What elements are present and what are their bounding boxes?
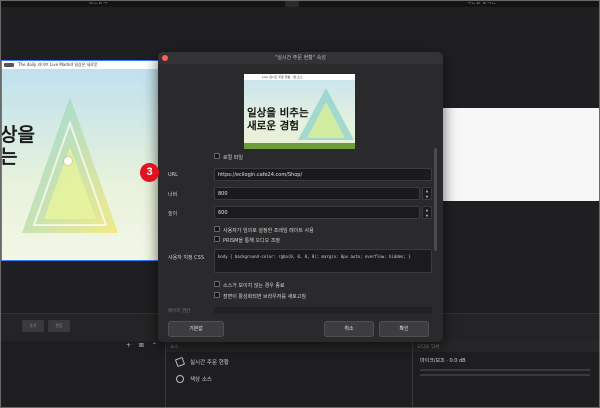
properties-dialog: "실시간 주문 현황" 속성 Live 실시간 주문 현황 · 웹 소스 일상을…	[158, 52, 443, 342]
site-header: The daily 라이브 Live Madrid 일상은 새로운	[2, 61, 160, 69]
site-logo	[4, 63, 14, 67]
cancel-button[interactable]: 취소	[324, 321, 374, 337]
thumb-header: Live 실시간 주문 현황 · 웹 소스	[244, 74, 355, 80]
width-label: 너비	[168, 192, 178, 198]
custom-frame-rate-checkbox[interactable]	[214, 226, 220, 232]
browser-source-icon	[174, 356, 186, 368]
mixer-header: 오디오 믹서	[413, 341, 599, 352]
height-label: 높이	[168, 211, 178, 217]
thumb-triangle-graphic	[307, 102, 345, 138]
ok-button[interactable]: 확인	[379, 321, 429, 337]
page-permissions-label: 페이지 권한	[168, 309, 191, 314]
site-title: The daily 라이브 Live Madrid 일상은 새로운	[18, 62, 98, 67]
dock-divider	[412, 341, 413, 407]
local-file-label: 로컬 파일	[223, 155, 243, 161]
step-number-badge: 3	[140, 163, 159, 182]
prism-audio-checkbox[interactable]	[214, 236, 220, 242]
source-preview-thumbnail: Live 실시간 주문 현황 · 웹 소스 일상을 비추는 새로운 경험	[244, 74, 355, 149]
gradient-triangle-graphic	[22, 97, 118, 233]
scene-preview-left: The daily 라이브 Live Madrid 일상은 새로운 상을 는	[1, 60, 161, 261]
source-item-browser[interactable]: 실시간 주문 현황	[174, 356, 229, 368]
refresh-on-activate-label: 장면이 활성화되면 브라우저를 새로고침	[223, 294, 306, 300]
custom-css-label: 사용자 지정 CSS	[168, 255, 205, 261]
play-icon[interactable]	[64, 157, 72, 165]
dialog-titlebar: "실시간 주문 현황" 속성	[158, 52, 443, 64]
thumb-headline-2: 새로운 경험	[247, 120, 299, 132]
page-permissions-select[interactable]	[214, 307, 432, 314]
shutdown-when-hidden-label: 소스가 보이지 않는 경우 종료	[223, 283, 285, 289]
url-input[interactable]: https://ecilogin.cafe24.com/Shop/	[214, 168, 432, 181]
source-item-color[interactable]: 색상 소스	[176, 375, 212, 383]
toolbar-edit-button[interactable]: 편집	[48, 320, 70, 332]
hero-headline: 상을 는	[1, 124, 35, 168]
toolbar-add-button[interactable]: 추가	[22, 320, 44, 332]
audio-meter	[420, 369, 590, 371]
custom-frame-rate-label: 사용자가 임의로 설정한 프레임 레이트 사용	[223, 228, 314, 234]
scene-controls-icons[interactable]: + ⊠ ⌃	[126, 342, 160, 349]
prism-audio-label: PRISM을 통해 오디오 조정	[223, 238, 281, 244]
url-label: URL	[168, 172, 178, 178]
scene-preview-right	[443, 108, 599, 201]
height-stepper[interactable]: ▲ ▼	[422, 206, 432, 219]
thumb-grass	[244, 143, 355, 149]
dock-divider	[165, 341, 166, 407]
height-input[interactable]: 600	[214, 206, 420, 219]
dialog-title: "실시간 주문 현황" 속성	[275, 55, 326, 61]
width-input[interactable]: 800	[214, 187, 420, 200]
audio-meter	[420, 374, 590, 376]
shutdown-when-hidden-checkbox[interactable]	[214, 281, 220, 287]
color-source-icon	[176, 375, 184, 383]
width-stepper[interactable]: ▲ ▼	[422, 187, 432, 200]
sources-header: 소스	[166, 341, 412, 352]
mixer-track-label: 마이크/보조 · 0.0 dB	[420, 358, 466, 364]
custom-css-textarea[interactable]: body { background-color: rgba(0, 0, 0, 0…	[214, 249, 432, 273]
refresh-on-activate-checkbox[interactable]	[214, 292, 220, 298]
dialog-scrollbar[interactable]	[434, 148, 437, 251]
defaults-button[interactable]: 기본값	[168, 321, 224, 337]
local-file-checkbox[interactable]	[214, 153, 220, 159]
